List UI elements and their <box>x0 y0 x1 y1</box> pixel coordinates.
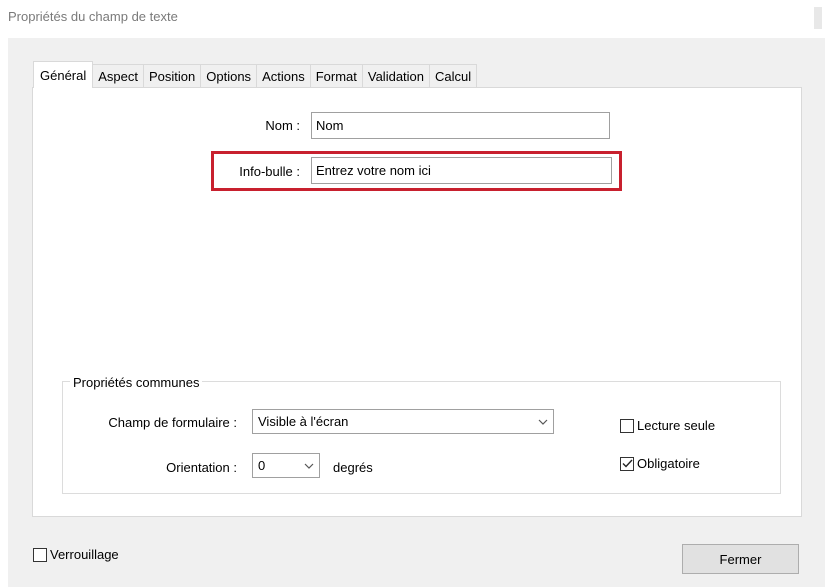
tab-validation[interactable]: Validation <box>361 64 431 88</box>
form-field-value: Visible à l'écran <box>258 414 349 429</box>
title-bar: Propriétés du champ de texte <box>0 0 825 36</box>
tab-calcul-label: Calcul <box>435 69 472 84</box>
tab-general[interactable]: Général <box>33 61 94 88</box>
read-only-checkbox[interactable] <box>620 418 634 433</box>
name-input[interactable] <box>311 112 610 139</box>
tab-general-label: Général <box>40 67 87 83</box>
name-label: Nom : <box>265 118 300 133</box>
tooltip-input[interactable] <box>311 157 612 184</box>
tab-position[interactable]: Position <box>143 64 202 88</box>
common-properties-legend: Propriétés communes <box>70 375 203 390</box>
orientation-select[interactable]: 0 <box>252 453 320 478</box>
chevron-down-icon[interactable] <box>299 454 319 477</box>
tab-aspect[interactable]: Aspect <box>92 64 144 88</box>
read-only-label: Lecture seule <box>637 418 716 433</box>
locked-label: Verrouillage <box>50 547 119 562</box>
locked-checkbox[interactable] <box>33 547 47 562</box>
tab-options-label: Options <box>206 69 252 84</box>
tab-validation-label: Validation <box>367 69 425 84</box>
close-button[interactable]: Fermer <box>682 544 799 574</box>
read-only-checkbox-row[interactable]: Lecture seule <box>620 418 715 433</box>
window-title: Propriétés du champ de texte <box>8 9 178 24</box>
required-checkbox[interactable] <box>620 456 634 471</box>
required-label: Obligatoire <box>637 456 700 471</box>
tab-format[interactable]: Format <box>309 64 363 88</box>
tab-position-label: Position <box>149 69 196 84</box>
orientation-value: 0 <box>258 458 266 473</box>
chevron-down-icon[interactable] <box>533 410 553 433</box>
form-field-label: Champ de formulaire : <box>108 415 237 430</box>
tooltip-label: Info-bulle : <box>239 164 300 179</box>
tab-actions-label: Actions <box>262 69 305 84</box>
required-checkbox-row[interactable]: Obligatoire <box>620 456 700 471</box>
common-properties-group <box>62 381 781 494</box>
tab-options[interactable]: Options <box>200 64 258 88</box>
tab-strip: Général Aspect Position Options Actions … <box>33 61 478 88</box>
tab-calcul[interactable]: Calcul <box>429 64 478 88</box>
orientation-label: Orientation : <box>166 460 237 475</box>
window-edge <box>814 7 822 29</box>
checkmark-icon <box>622 459 633 468</box>
tab-aspect-label: Aspect <box>98 69 138 84</box>
tab-format-label: Format <box>315 69 357 84</box>
form-field-select[interactable]: Visible à l'écran <box>252 409 554 434</box>
orientation-unit: degrés <box>333 460 373 475</box>
locked-checkbox-row[interactable]: Verrouillage <box>33 547 119 562</box>
tab-actions[interactable]: Actions <box>256 64 311 88</box>
